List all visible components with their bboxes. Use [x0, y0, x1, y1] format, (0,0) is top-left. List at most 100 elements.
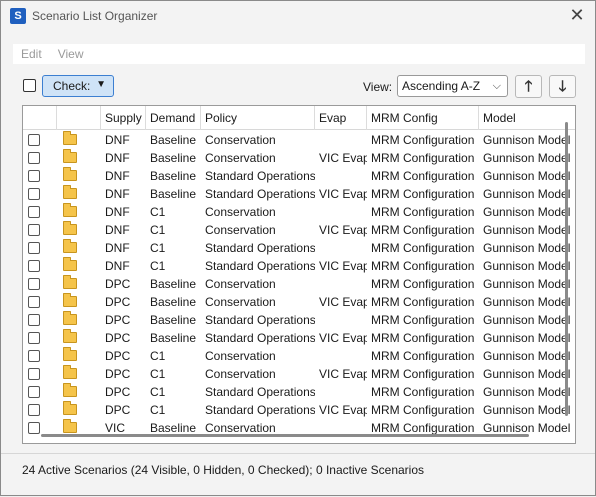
menu-edit[interactable]: Edit — [13, 47, 50, 61]
arrow-up-icon: 🡑 — [524, 78, 533, 95]
folder-icon — [63, 365, 77, 379]
cell-demand: Baseline — [150, 277, 197, 291]
cell-mrm-config: MRM Configuration — [371, 313, 475, 327]
cell-mrm-config: MRM Configuration — [371, 205, 475, 219]
cell-policy: Standard Operations — [205, 385, 315, 399]
cell-mrm-config: MRM Configuration — [371, 295, 475, 309]
row-checkbox[interactable] — [28, 152, 40, 164]
status-text: 24 Active Scenarios (24 Visible, 0 Hidde… — [22, 463, 424, 477]
check-button-label: Check: — [53, 79, 91, 93]
toolbar: Check: ▼ View: Ascending A-Z ⌵ 🡑 🡓 — [1, 74, 595, 100]
horizontal-scrollbar[interactable] — [41, 434, 529, 437]
table-row[interactable]: DNF C1 Standard Operations VIC Evap MRM Conf… — [23, 257, 575, 275]
cell-evap: VIC Evap — [319, 367, 367, 381]
folder-icon — [63, 149, 77, 163]
row-checkbox[interactable] — [28, 278, 40, 290]
row-checkbox[interactable] — [28, 170, 40, 182]
folder-icon — [63, 185, 77, 199]
table-row[interactable]: DPC Baseline Standard Operations VIC Evap MR… — [23, 329, 575, 347]
cell-demand: Baseline — [150, 187, 197, 201]
cell-evap — [315, 239, 367, 257]
close-button[interactable]: ✕ — [567, 6, 587, 26]
row-checkbox[interactable] — [28, 296, 40, 308]
row-checkbox[interactable] — [28, 224, 40, 236]
column-header-check[interactable] — [23, 106, 57, 130]
cell-supply: DPC — [105, 295, 131, 309]
cell-evap — [315, 311, 367, 329]
menu-view[interactable]: View — [50, 47, 92, 61]
move-down-button[interactable]: 🡓 — [549, 75, 576, 98]
row-checkbox[interactable] — [28, 368, 40, 380]
cell-demand: Baseline — [150, 169, 197, 183]
cell-mrm-config: MRM Configuration — [371, 403, 475, 417]
cell-mrm-config: MRM Configuration — [371, 367, 475, 381]
cell-evap: VIC Evap — [319, 295, 367, 309]
table-row[interactable]: DNF Baseline Standard Operations VIC Evap MR… — [23, 185, 575, 203]
column-header-supply[interactable]: Supply — [101, 106, 146, 130]
row-checkbox[interactable] — [28, 386, 40, 398]
column-header-policy[interactable]: Policy — [201, 106, 315, 130]
select-all-checkbox[interactable] — [23, 79, 36, 92]
cell-demand: Baseline — [150, 295, 197, 309]
cell-evap — [315, 383, 367, 401]
table-row[interactable]: DNF C1 Conservation MRM Configuration Gunnis… — [23, 203, 575, 221]
cell-policy: Conservation — [205, 133, 276, 147]
column-header-model[interactable]: Model — [479, 106, 575, 130]
table-row[interactable]: DNF Baseline Standard Operations MRM Config… — [23, 167, 575, 185]
column-header-demand[interactable]: Demand — [146, 106, 201, 130]
row-checkbox[interactable] — [28, 422, 40, 434]
row-checkbox[interactable] — [28, 134, 40, 146]
cell-evap: VIC Evap — [319, 223, 367, 237]
check-dropdown-button[interactable]: Check: ▼ — [42, 75, 114, 97]
cell-demand: C1 — [150, 241, 166, 255]
column-header-mrm-config[interactable]: MRM Config — [367, 106, 479, 130]
scenario-table[interactable]: Supply Demand Policy Evap MRM Config Mod… — [22, 105, 576, 444]
row-checkbox[interactable] — [28, 314, 40, 326]
table-row[interactable]: DNF C1 Standard Operations MRM Configuratio… — [23, 239, 575, 257]
table-row[interactable]: DNF C1 Conservation VIC Evap MRM Configurati… — [23, 221, 575, 239]
cell-supply: DNF — [105, 133, 130, 147]
row-checkbox[interactable] — [28, 260, 40, 272]
cell-policy: Standard Operations — [205, 331, 315, 345]
table-row[interactable]: DPC C1 Conservation VIC Evap MRM Configurati… — [23, 365, 575, 383]
row-checkbox[interactable] — [28, 206, 40, 218]
table-row[interactable]: DPC C1 Standard Operations VIC Evap MRM Conf… — [23, 401, 575, 419]
table-row[interactable]: DNF Baseline Conservation VIC Evap MRM Confi… — [23, 149, 575, 167]
folder-icon — [63, 347, 77, 361]
row-checkbox[interactable] — [28, 242, 40, 254]
cell-model: Gunnison Model — [483, 169, 571, 183]
folder-icon — [63, 275, 77, 289]
row-checkbox[interactable] — [28, 404, 40, 416]
folder-icon — [63, 419, 77, 433]
cell-supply: DNF — [105, 205, 130, 219]
column-header-folder[interactable] — [57, 106, 101, 130]
table-row[interactable]: DPC Baseline Conservation VIC Evap MRM Confi… — [23, 293, 575, 311]
cell-policy: Conservation — [205, 151, 276, 165]
row-checkbox[interactable] — [28, 332, 40, 344]
table-row[interactable]: DPC C1 Standard Operations MRM Configuratio… — [23, 383, 575, 401]
cell-policy: Standard Operations — [205, 259, 315, 273]
cell-supply: DPC — [105, 367, 131, 381]
cell-policy: Standard Operations — [205, 313, 315, 327]
view-sort-select[interactable]: Ascending A-Z ⌵ — [397, 75, 508, 97]
menu-bar: Edit View — [13, 44, 585, 64]
table-row[interactable]: DPC C1 Conservation MRM Configuration Gunnis… — [23, 347, 575, 365]
view-sort-value: Ascending A-Z — [402, 79, 481, 93]
cell-supply: DPC — [105, 331, 131, 345]
vertical-scrollbar[interactable] — [565, 122, 568, 416]
cell-model: Gunnison Model — [483, 403, 571, 417]
cell-evap — [315, 131, 367, 149]
cell-supply: DNF — [105, 241, 130, 255]
row-checkbox[interactable] — [28, 188, 40, 200]
table-row[interactable]: DPC Baseline Standard Operations MRM Config… — [23, 311, 575, 329]
folder-icon — [63, 257, 77, 271]
move-up-button[interactable]: 🡑 — [515, 75, 542, 98]
column-header-evap[interactable]: Evap — [315, 106, 367, 130]
folder-icon — [63, 221, 77, 235]
table-row[interactable]: DNF Baseline Conservation MRM Configuration… — [23, 131, 575, 149]
folder-icon — [63, 167, 77, 181]
table-row[interactable]: DPC Baseline Conservation MRM Configuration… — [23, 275, 575, 293]
caret-down-icon: ▼ — [96, 79, 106, 90]
row-checkbox[interactable] — [28, 350, 40, 362]
cell-demand: Baseline — [150, 151, 197, 165]
